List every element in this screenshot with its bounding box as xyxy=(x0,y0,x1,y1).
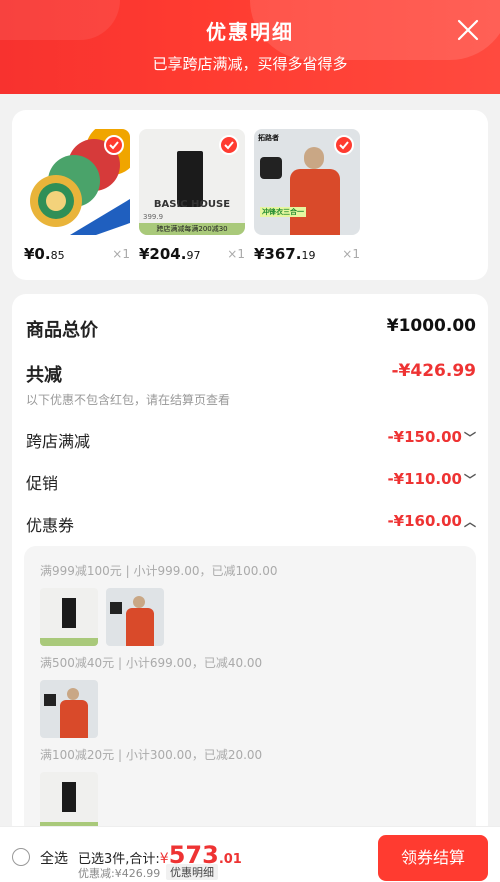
discount-item-label: 促销 xyxy=(26,474,59,493)
close-icon[interactable] xyxy=(456,18,480,42)
product-item[interactable]: 快速发货 ¥0.85 ×1 xyxy=(24,129,130,263)
product-list-card: 快速发货 ¥0.85 ×1 BASIC HOUSE 399.9 跨店满减每满20… xyxy=(12,110,488,280)
skirt-graphic xyxy=(62,782,76,812)
jacket-thumb-graphic xyxy=(110,602,122,614)
product-image-banner: 跨店满减每满200减30 xyxy=(139,223,245,235)
select-all-label: 全选 xyxy=(40,851,68,867)
discount-item-promotion[interactable]: 促销 -¥110.00 ﹀ xyxy=(26,470,476,494)
coupon-product-thumb xyxy=(40,588,98,646)
product-image-price: 399.9 xyxy=(143,213,164,221)
discount-detail-link[interactable]: 优惠明细 xyxy=(166,864,218,880)
jacket-thumb-graphic xyxy=(260,157,282,179)
total-value: ¥1000.00 xyxy=(386,316,476,336)
chevron-down-icon[interactable]: ﹀ xyxy=(464,473,476,487)
discount-line: 优惠减:¥426.99 xyxy=(78,867,161,880)
checkout-bar: 全选 已选3件,合计:¥573.01 优惠减:¥426.99 优惠明细 领券结算 xyxy=(0,826,500,882)
thumb-banner xyxy=(40,638,98,646)
discount-item-label: 跨店满减 xyxy=(26,432,91,451)
discount-row: 共减 -¥426.99 xyxy=(26,361,476,387)
selected-check-icon[interactable] xyxy=(219,135,239,155)
product-quantity: ×1 xyxy=(342,247,360,261)
selected-check-icon[interactable] xyxy=(104,135,124,155)
discount-item-label: 优惠券 xyxy=(26,516,75,535)
discount-summary-card: 商品总价 ¥1000.00 共减 -¥426.99 以下优惠不包含红包，请在结算… xyxy=(12,294,488,846)
total-decimal: .01 xyxy=(218,852,242,867)
select-all-checkbox[interactable] xyxy=(12,848,30,866)
person-head-graphic xyxy=(133,596,145,608)
jacket-graphic xyxy=(60,700,88,738)
discount-item-value: -¥110.00 ﹀ xyxy=(387,470,476,488)
selected-check-icon[interactable] xyxy=(334,135,354,155)
coupon-product-thumb xyxy=(40,772,98,830)
jacket-thumb-graphic xyxy=(44,694,56,706)
person-head-graphic xyxy=(304,147,324,169)
coupon-rule: 满500减40元 | 小计699.00，已减40.00 xyxy=(40,656,263,670)
product-image-banner: 冲锋衣三合一 xyxy=(260,207,306,217)
coupon-rule: 满100减20元 | 小计300.00，已减20.00 xyxy=(40,748,263,762)
jacket-graphic xyxy=(290,169,340,235)
product-image-brand: 拓路者 xyxy=(258,134,279,142)
discount-item-value: -¥160.00 ︿ xyxy=(387,512,476,530)
checkout-button[interactable]: 领券结算 xyxy=(378,835,488,881)
coupon-product-thumb xyxy=(40,680,98,738)
coupon-product-thumb xyxy=(106,588,164,646)
product-price: ¥0.85 xyxy=(24,245,65,263)
product-quantity: ×1 xyxy=(227,247,245,261)
product-price: ¥367.19 xyxy=(254,245,316,263)
coupon-detail-panel: 满999减100元 | 小计999.00，已减100.00 满500减40元 |… xyxy=(24,546,476,846)
product-item[interactable]: 拓路者 冲锋衣三合一 ¥367.19 ×1 xyxy=(254,129,360,263)
header: 优惠明细 已享跨店满减，买得多省得多 xyxy=(0,0,500,94)
chevron-up-icon[interactable]: ︿ xyxy=(464,515,476,529)
product-image-text: BASIC HOUSE xyxy=(153,199,231,210)
discount-item-cross-store[interactable]: 跨店满减 -¥150.00 ﹀ xyxy=(26,428,476,452)
page-title: 优惠明细 xyxy=(206,20,294,44)
coupon-rule: 满999减100元 | 小计999.00，已减100.00 xyxy=(40,564,278,578)
product-image: 拓路者 冲锋衣三合一 xyxy=(254,129,360,235)
product-item[interactable]: BASIC HOUSE 399.9 跨店满减每满200减30 ¥204.97 ×… xyxy=(139,129,245,263)
chevron-down-icon[interactable]: ﹀ xyxy=(464,431,476,445)
discount-item-coupon[interactable]: 优惠券 -¥160.00 ︿ xyxy=(26,512,476,536)
product-price: ¥204.97 xyxy=(139,245,201,263)
discount-label: 共减 xyxy=(26,365,62,386)
discount-item-value: -¥150.00 ﹀ xyxy=(387,428,476,446)
skirt-graphic xyxy=(62,598,76,628)
page-subtitle: 已享跨店满减，买得多省得多 xyxy=(152,55,348,73)
total-label: 商品总价 xyxy=(26,320,98,341)
person-head-graphic xyxy=(67,688,79,700)
product-image: BASIC HOUSE 399.9 跨店满减每满200减30 xyxy=(139,129,245,235)
total-row: 商品总价 ¥1000.00 xyxy=(26,316,476,342)
jacket-graphic xyxy=(126,608,154,646)
product-quantity: ×1 xyxy=(112,247,130,261)
discount-value: -¥426.99 xyxy=(391,361,477,381)
discount-note: 以下优惠不包含红包，请在结算页查看 xyxy=(26,393,231,407)
product-image: 快速发货 xyxy=(24,129,130,235)
